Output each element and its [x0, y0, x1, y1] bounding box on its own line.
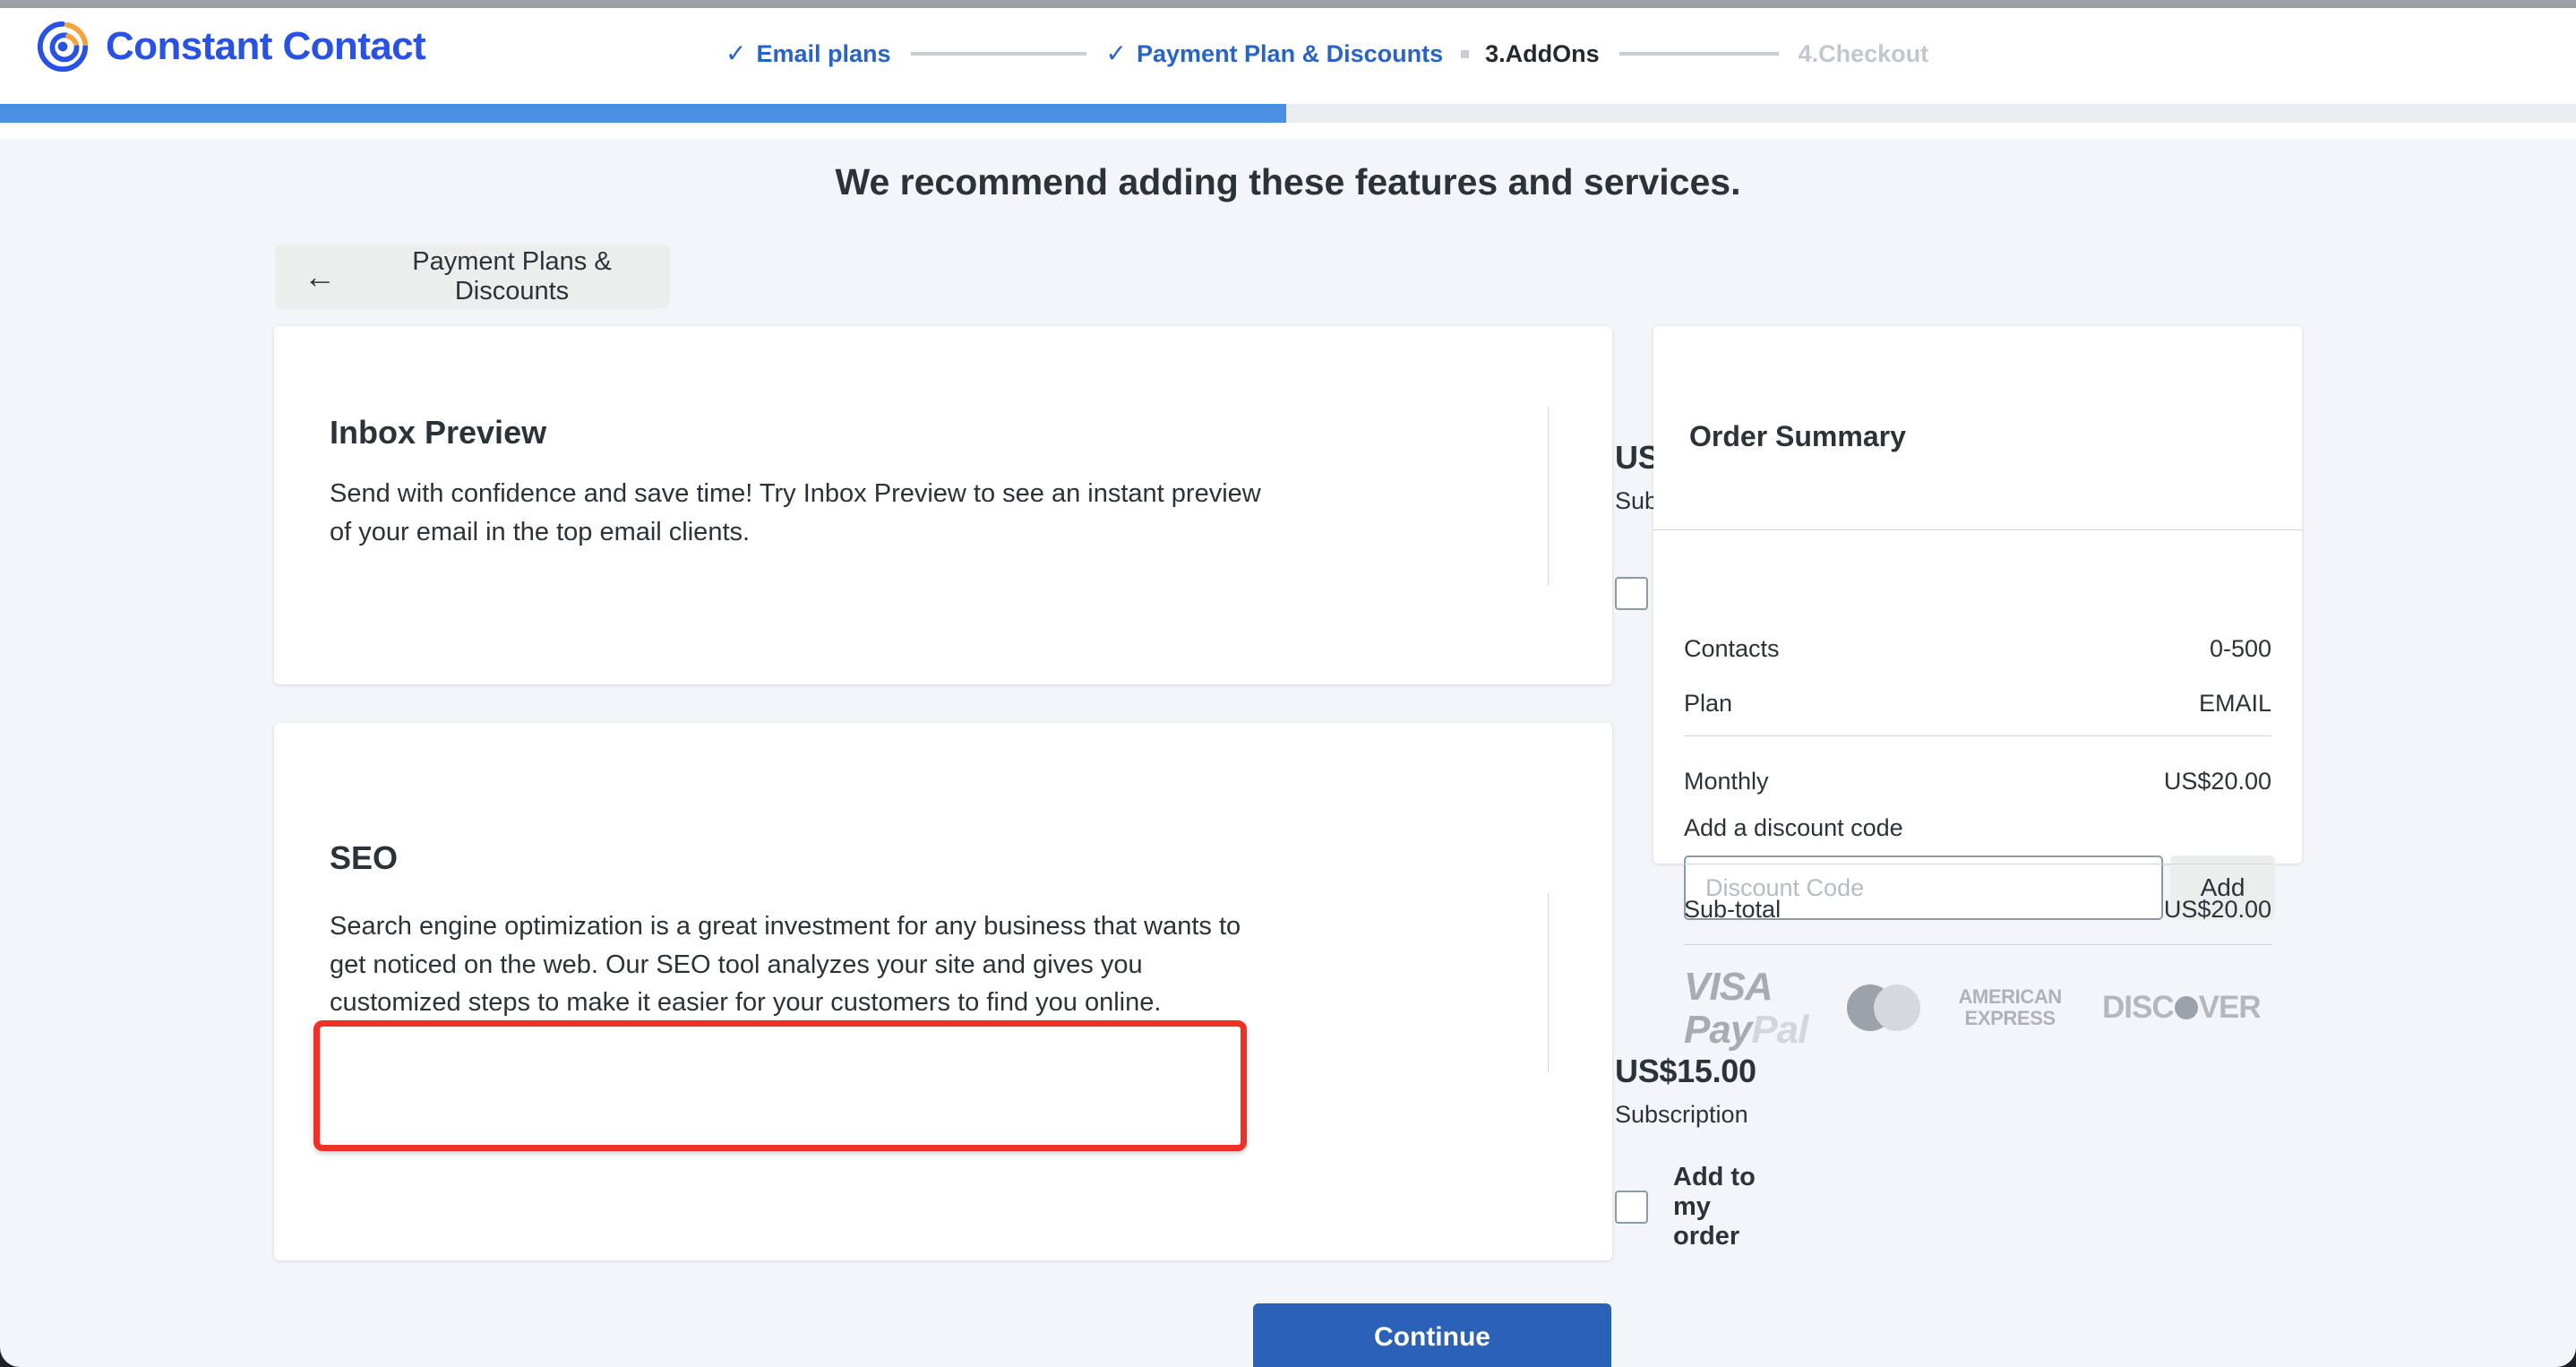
summary-row-contacts: Contacts 0-500: [1684, 635, 2271, 663]
step-label: 4.Checkout: [1798, 39, 1929, 67]
accepted-payment-logos: VISA PayPal AMERICAN EXPRESS DISC VER: [1684, 965, 2275, 1052]
constant-contact-logo-icon: [37, 21, 89, 73]
addon-price-type: Subscription: [1615, 1101, 1748, 1128]
addon-add-row[interactable]: Add to my order: [1615, 1163, 1756, 1251]
summary-row-subtotal: Sub-total US$20.00: [1684, 896, 2271, 924]
amex-logo-text: AMERICAN EXPRESS: [1958, 985, 2062, 1029]
page-title: We recommend adding these features and s…: [835, 161, 1741, 202]
addon-info: SEO Search engine optimization is a grea…: [330, 839, 1279, 1022]
summary-row-value: US$20.00: [2163, 768, 2271, 795]
summary-row-value: 0-500: [2209, 635, 2271, 662]
window-corner-left: [0, 1328, 39, 1367]
add-to-order-label[interactable]: Add to my order: [1673, 1163, 1756, 1251]
step-connector-dot: [1461, 49, 1470, 58]
paypal-logo-text: PayPal: [1684, 1008, 1808, 1052]
page-body: We recommend adding these features and s…: [0, 139, 2576, 1367]
addon-description: Search engine optimization is a great in…: [330, 912, 1241, 1018]
addon-pricing: US$15.00 Subscription Add to my order: [1615, 1053, 1756, 1251]
summary-row-value: US$20.00: [2163, 896, 2271, 923]
summary-row-label: Plan: [1684, 690, 1733, 717]
header-bottom-gap: [0, 123, 2576, 139]
check-icon: ✓: [726, 39, 747, 67]
summary-row-label: Contacts: [1684, 635, 1780, 662]
order-summary-title: Order Summary: [1689, 420, 1906, 452]
progress-bar-track: [0, 104, 2576, 123]
amex-line-1: AMERICAN: [1958, 985, 2062, 1009]
window-corner-right: [2537, 1328, 2576, 1367]
summary-row-monthly: Monthly US$20.00: [1684, 768, 2271, 795]
step-email-plans[interactable]: ✓ Email plans: [726, 40, 891, 68]
addon-info: Inbox Preview Send with confidence and s…: [330, 414, 1279, 551]
visa-paypal-logo: VISA PayPal: [1684, 965, 1834, 1052]
summary-divider: [1684, 944, 2271, 945]
brand-logo[interactable]: Constant Contact: [36, 19, 426, 74]
amex-line-2: EXPRESS: [1964, 1007, 2057, 1029]
summary-row-value: EMAIL: [2198, 690, 2271, 717]
back-to-payment-plans-button[interactable]: ← Payment Plans & Discounts: [275, 245, 670, 309]
discover-logo: DISC VER: [2088, 967, 2275, 1048]
continue-button[interactable]: Continue: [1253, 1303, 1611, 1367]
visa-logo-text: VISA: [1684, 965, 1773, 1009]
step-label: 3.AddOns: [1485, 39, 1600, 67]
card-divider: [1548, 407, 1549, 586]
summary-row-label: Sub-total: [1684, 896, 1782, 923]
summary-divider: [1684, 735, 2271, 736]
addon-card-seo: SEO Search engine optimization is a grea…: [274, 723, 1756, 1260]
progress-bar-fill: [0, 104, 1286, 123]
step-checkout: 4.Checkout: [1799, 40, 1929, 68]
discount-code-label: Add a discount code: [1684, 814, 1903, 841]
browser-top-strip: [0, 0, 2576, 8]
addon-card-inbox-preview: Inbox Preview Send with confidence and s…: [274, 326, 1756, 684]
addon-title: Inbox Preview: [330, 414, 547, 451]
mastercard-circles-icon: [1847, 984, 1921, 1031]
order-summary-panel: Order Summary Contacts 0-500 Plan EMAIL …: [1653, 326, 2302, 1050]
brand-name: Constant Contact: [106, 24, 426, 68]
step-label: Email plans: [756, 39, 891, 67]
step-connector: [910, 52, 1086, 56]
summary-header-divider: [1653, 529, 2302, 530]
check-icon: ✓: [1105, 39, 1127, 67]
arrow-left-icon: ←: [304, 258, 336, 295]
addon-title: SEO: [330, 839, 399, 876]
checkout-page: Constant Contact ✓ Email plans ✓ Payment…: [0, 0, 2576, 1367]
summary-row-label: Monthly: [1684, 768, 1769, 795]
step-connector: [1619, 52, 1779, 56]
checkout-stepper: ✓ Email plans ✓ Payment Plan & Discounts…: [726, 33, 1928, 74]
step-payment-plan-discounts[interactable]: ✓ Payment Plan & Discounts: [1106, 40, 1444, 68]
back-button-label: Payment Plans & Discounts: [412, 247, 612, 305]
addon-description: Send with confidence and save time! Try …: [330, 479, 1261, 546]
addon-price: US$15.00: [1615, 1053, 1756, 1089]
mastercard-logo: [1834, 967, 1932, 1048]
card-divider: [1548, 893, 1549, 1072]
step-label: Payment Plan & Discounts: [1137, 39, 1444, 67]
add-to-order-checkbox[interactable]: [1615, 1191, 1648, 1224]
summary-row-plan: Plan EMAIL: [1684, 690, 2271, 718]
amex-logo: AMERICAN EXPRESS: [1933, 967, 2088, 1048]
step-addons[interactable]: 3.AddOns: [1485, 40, 1600, 68]
app-header: Constant Contact ✓ Email plans ✓ Payment…: [0, 8, 2576, 104]
discover-logo-text: DISC VER: [2102, 990, 2262, 1025]
add-to-order-checkbox[interactable]: [1615, 577, 1648, 610]
